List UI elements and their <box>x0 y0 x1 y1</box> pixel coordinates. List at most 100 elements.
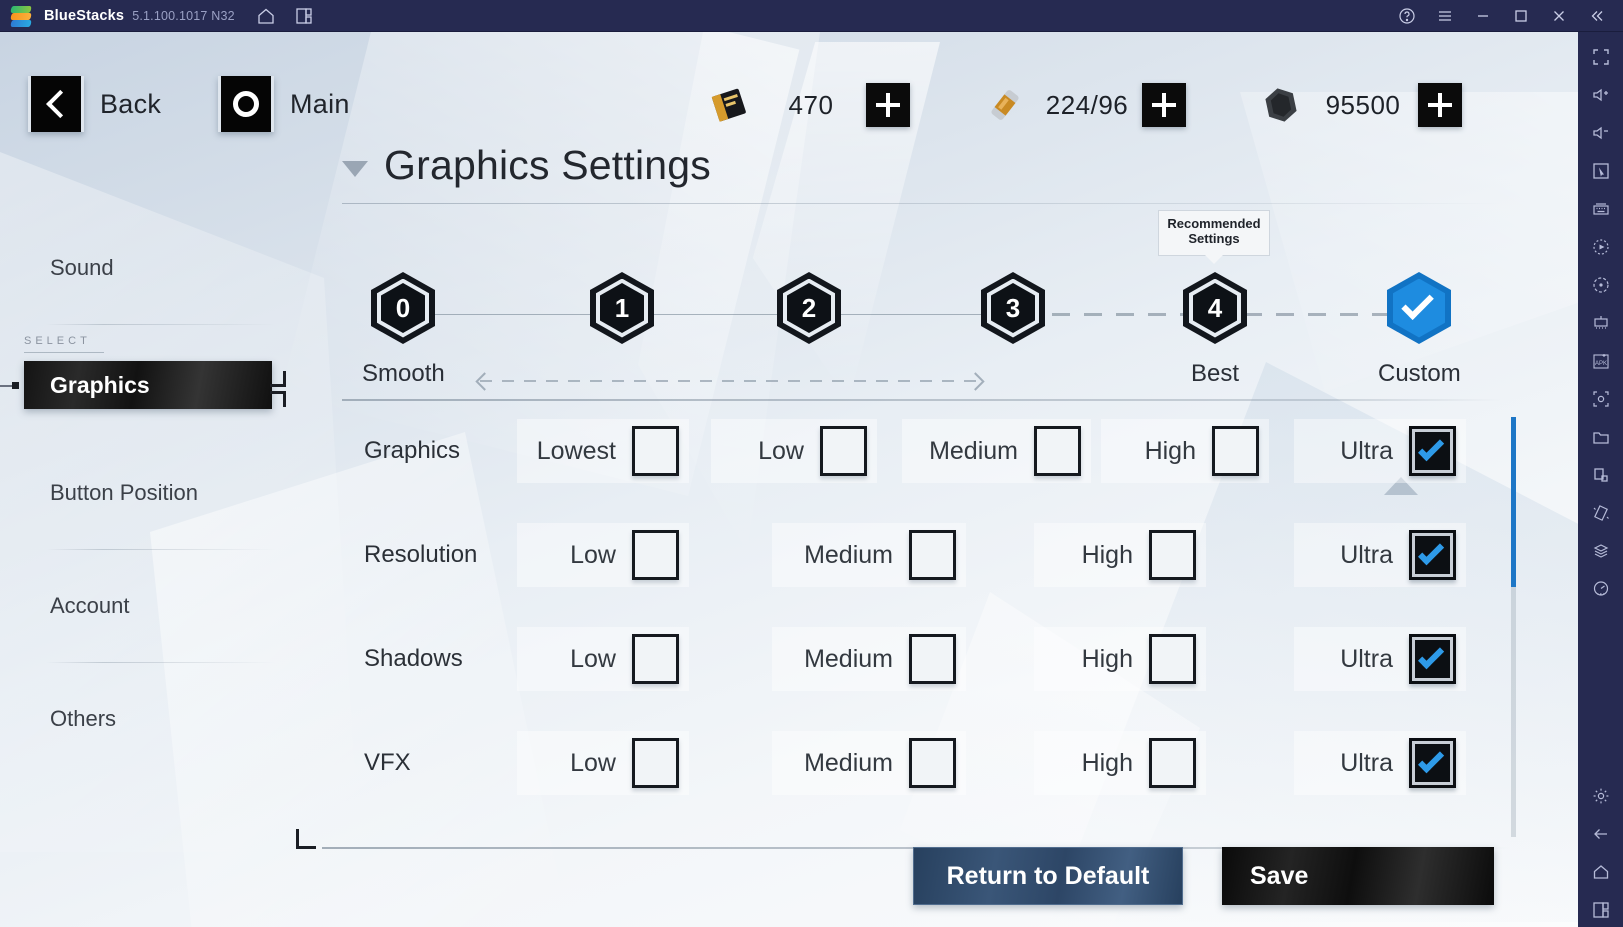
shake-icon[interactable] <box>1584 496 1618 530</box>
collapse-icon[interactable] <box>1585 4 1609 28</box>
add-uc-button[interactable] <box>866 83 910 127</box>
back-arrow-icon[interactable] <box>1584 817 1618 851</box>
option-checkbox[interactable] <box>1149 738 1196 788</box>
help-icon[interactable] <box>1395 4 1419 28</box>
row-label: Graphics <box>364 437 461 464</box>
option-vfx-high[interactable]: High <box>1034 731 1206 795</box>
bluestacks-titlebar: BlueStacks 5.1.100.1017 N32 <box>0 0 1623 32</box>
bluestacks-logo-icon <box>8 3 34 29</box>
maximize-icon[interactable] <box>1509 4 1533 28</box>
pip-icon[interactable] <box>1584 458 1618 492</box>
option-checkbox[interactable] <box>909 738 956 788</box>
option-checkbox[interactable] <box>1149 530 1196 580</box>
sidebar-item-sound[interactable]: Sound <box>0 212 300 324</box>
option-label: Low <box>570 540 616 569</box>
install-apk-icon[interactable]: APK <box>1584 344 1618 378</box>
option-label: Ultra <box>1340 644 1393 673</box>
option-checkbox[interactable] <box>1409 530 1456 580</box>
stepper-node-1[interactable]: 1 <box>581 272 663 344</box>
option-checkbox[interactable] <box>1034 426 1081 476</box>
stepper-node-3[interactable]: 3 <box>972 272 1054 344</box>
minimize-icon[interactable] <box>1471 4 1495 28</box>
layers-icon[interactable] <box>1584 534 1618 568</box>
macro-record-icon[interactable] <box>1584 230 1618 264</box>
settings-gear-icon[interactable] <box>1584 779 1618 813</box>
screen-root: BlueStacks 5.1.100.1017 N32 Back Main 47… <box>0 0 1623 927</box>
cursor-icon[interactable] <box>1584 154 1618 188</box>
volume-down-icon[interactable] <box>1584 116 1618 150</box>
add-nut-button[interactable] <box>1418 83 1462 127</box>
option-resolution-high[interactable]: High <box>1034 523 1206 587</box>
option-vfx-medium[interactable]: Medium <box>772 731 966 795</box>
sidebar-item-graphics-box[interactable]: Graphics <box>24 361 286 409</box>
option-checkbox[interactable] <box>1212 426 1259 476</box>
option-graphics-ultra[interactable]: Ultra <box>1294 419 1466 483</box>
home-icon[interactable] <box>1584 855 1618 889</box>
option-checkbox[interactable] <box>1409 634 1456 684</box>
option-checkbox[interactable] <box>909 634 956 684</box>
option-checkbox[interactable] <box>1149 634 1196 684</box>
option-checkbox[interactable] <box>632 530 679 580</box>
option-label: Low <box>570 748 616 777</box>
option-vfx-low[interactable]: Low <box>517 731 689 795</box>
option-resolution-ultra[interactable]: Ultra <box>1294 523 1466 587</box>
main-button[interactable]: Main <box>218 76 350 132</box>
add-silver-button[interactable] <box>1142 83 1186 127</box>
option-shadows-medium[interactable]: Medium <box>772 627 966 691</box>
option-resolution-medium[interactable]: Medium <box>772 523 966 587</box>
sidebar-item-others[interactable]: Others <box>0 663 300 775</box>
option-checkbox[interactable] <box>909 530 956 580</box>
stepper-node-number: 4 <box>1207 292 1223 323</box>
option-label: Low <box>570 644 616 673</box>
multi-instance-manager-icon[interactable] <box>1584 306 1618 340</box>
option-label: Medium <box>929 436 1018 465</box>
hexagon-icon: 1 <box>590 272 654 344</box>
option-graphics-lowest[interactable]: Lowest <box>517 419 689 483</box>
option-checkbox[interactable] <box>1409 426 1456 476</box>
option-checkbox[interactable] <box>632 634 679 684</box>
chevron-down-icon <box>342 160 368 177</box>
option-checkbox[interactable] <box>632 738 679 788</box>
settings-row-graphics: Graphics Lowest Low Medium High Ultra <box>342 399 1502 503</box>
hexagon-icon: 0 <box>371 272 435 344</box>
option-shadows-low[interactable]: Low <box>517 627 689 691</box>
stepper-node-2[interactable]: 2 <box>768 272 850 344</box>
menu-icon[interactable] <box>1433 4 1457 28</box>
home-icon[interactable] <box>251 1 281 31</box>
nut-value: 95500 <box>1325 89 1401 120</box>
sidebar-item-button-position[interactable]: Button Position <box>0 437 300 549</box>
option-shadows-ultra[interactable]: Ultra <box>1294 627 1466 691</box>
save-button[interactable]: Save <box>1222 847 1494 905</box>
media-folder-icon[interactable] <box>1584 420 1618 454</box>
stepper-node-custom[interactable]: Custom <box>1378 272 1461 388</box>
option-graphics-low[interactable]: Low <box>711 419 877 483</box>
option-graphics-medium[interactable]: Medium <box>902 419 1091 483</box>
settings-scrollbar-thumb[interactable] <box>1511 417 1516 587</box>
tooltip-line-1: Recommended <box>1167 216 1261 231</box>
option-shadows-high[interactable]: High <box>1034 627 1206 691</box>
screenshot-icon[interactable] <box>1584 382 1618 416</box>
row-label: Resolution <box>364 541 478 568</box>
fullscreen-icon[interactable] <box>1584 40 1618 74</box>
option-vfx-ultra[interactable]: Ultra <box>1294 731 1466 795</box>
back-button[interactable]: Back <box>28 76 161 132</box>
option-label: Medium <box>804 540 893 569</box>
option-checkbox[interactable] <box>632 426 679 476</box>
option-label: Ultra <box>1340 436 1393 465</box>
sidebar-item-account[interactable]: Account <box>0 550 300 662</box>
rotate-icon[interactable] <box>1584 268 1618 302</box>
option-resolution-low[interactable]: Low <box>517 523 689 587</box>
recents-icon[interactable] <box>1584 893 1618 927</box>
keyboard-controls-icon[interactable] <box>1584 192 1618 226</box>
option-checkbox[interactable] <box>1409 738 1456 788</box>
volume-up-icon[interactable] <box>1584 78 1618 112</box>
stepper-node-0[interactable]: 0 Smooth <box>362 272 445 388</box>
return-to-default-button[interactable]: Return to Default <box>913 847 1183 905</box>
option-checkbox[interactable] <box>820 426 867 476</box>
multi-instance-icon[interactable] <box>289 1 319 31</box>
stepper-node-4[interactable]: 4 Best <box>1174 272 1256 388</box>
option-graphics-high[interactable]: High <box>1101 419 1269 483</box>
close-icon[interactable] <box>1547 4 1571 28</box>
sidebar-item-graphics[interactable]: SELECT Graphics <box>0 325 300 437</box>
performance-icon[interactable] <box>1584 572 1618 606</box>
